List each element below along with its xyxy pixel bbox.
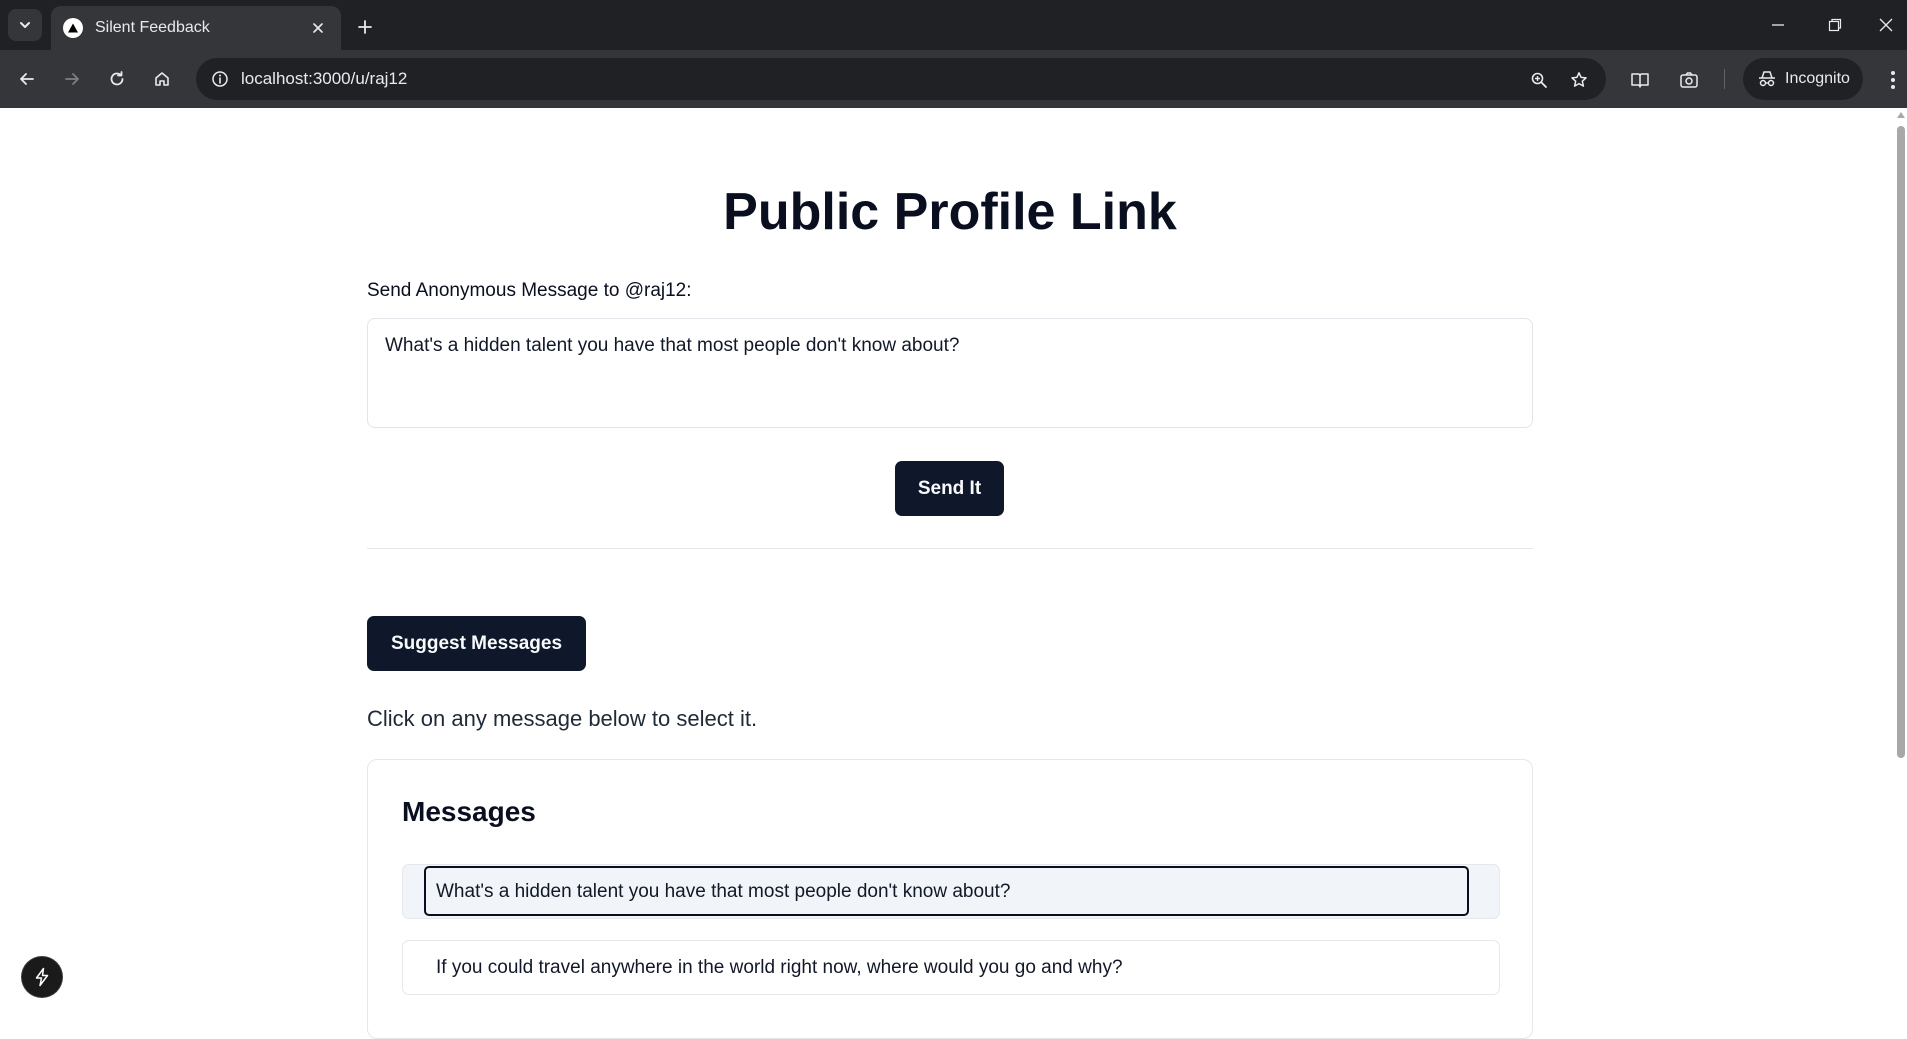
browser-toolbar: localhost:3000/u/raj12 Incognito [0, 50, 1907, 108]
send-button[interactable]: Send It [895, 461, 1004, 516]
minimize-icon [1772, 24, 1784, 26]
book-icon[interactable] [1627, 67, 1653, 93]
arrow-left-icon [20, 73, 34, 85]
incognito-label: Incognito [1785, 70, 1850, 87]
suggest-messages-button[interactable]: Suggest Messages [367, 616, 586, 671]
arrow-right-icon [65, 73, 79, 85]
dev-tools-badge[interactable] [22, 957, 62, 997]
messages-card-title: Messages [402, 796, 536, 827]
restore-icon [1828, 18, 1842, 32]
address-bar[interactable]: localhost:3000/u/raj12 [196, 58, 1606, 100]
close-icon[interactable] [307, 17, 329, 39]
reload-icon [110, 71, 124, 86]
reload-button[interactable] [100, 62, 134, 96]
suggested-message-text: If you could travel anywhere in the worl… [436, 956, 1123, 978]
chevron-down-icon [20, 22, 30, 28]
forward-button[interactable] [55, 62, 89, 96]
close-window-button[interactable] [1866, 8, 1906, 42]
camera-icon[interactable] [1676, 67, 1702, 93]
tab-silent-feedback[interactable]: Silent Feedback [51, 6, 341, 50]
home-button[interactable] [145, 62, 179, 96]
plus-icon [358, 20, 372, 34]
message-textarea[interactable]: What's a hidden talent you have that mos… [367, 318, 1533, 428]
suggested-message-text: What's a hidden talent you have that mos… [436, 880, 1011, 902]
lightning-icon [35, 967, 49, 987]
message-label: Send Anonymous Message to @raj12: [367, 280, 692, 301]
tab-title: Silent Feedback [95, 19, 210, 36]
back-button[interactable] [10, 62, 44, 96]
scroll-up-arrow[interactable] [1897, 112, 1905, 118]
select-hint: Click on any message below to select it. [367, 706, 758, 731]
browser-tab-bar: Silent Feedback [0, 0, 1907, 50]
suggested-message[interactable]: What's a hidden talent you have that mos… [402, 864, 1500, 919]
kebab-icon[interactable] [1880, 67, 1906, 93]
messages-card: Messages What's a hidden talent you have… [367, 759, 1533, 1039]
zoom-icon[interactable] [1526, 67, 1552, 93]
url-text[interactable]: localhost:3000/u/raj12 [241, 69, 407, 89]
tab-search-button[interactable] [8, 9, 42, 41]
separator [367, 548, 1533, 549]
page-title: Public Profile Link [723, 183, 1177, 241]
page-viewport: Public Profile Link Send Anonymous Messa… [0, 108, 1907, 1039]
restore-button[interactable] [1815, 8, 1855, 42]
page-scrollbar[interactable] [1895, 108, 1907, 1012]
toolbar-divider [1724, 69, 1725, 89]
incognito-icon [1759, 71, 1775, 87]
suggested-message[interactable]: If you could travel anywhere in the worl… [402, 940, 1500, 995]
minimize-button[interactable] [1758, 8, 1798, 42]
home-icon [155, 72, 169, 86]
triangle-icon [63, 18, 83, 38]
star-icon[interactable] [1566, 67, 1592, 93]
new-tab-button[interactable] [350, 12, 380, 42]
scroll-thumb[interactable] [1897, 126, 1905, 758]
close-icon [1879, 18, 1893, 32]
info-icon[interactable] [208, 67, 232, 91]
incognito-indicator[interactable]: Incognito [1743, 58, 1863, 100]
